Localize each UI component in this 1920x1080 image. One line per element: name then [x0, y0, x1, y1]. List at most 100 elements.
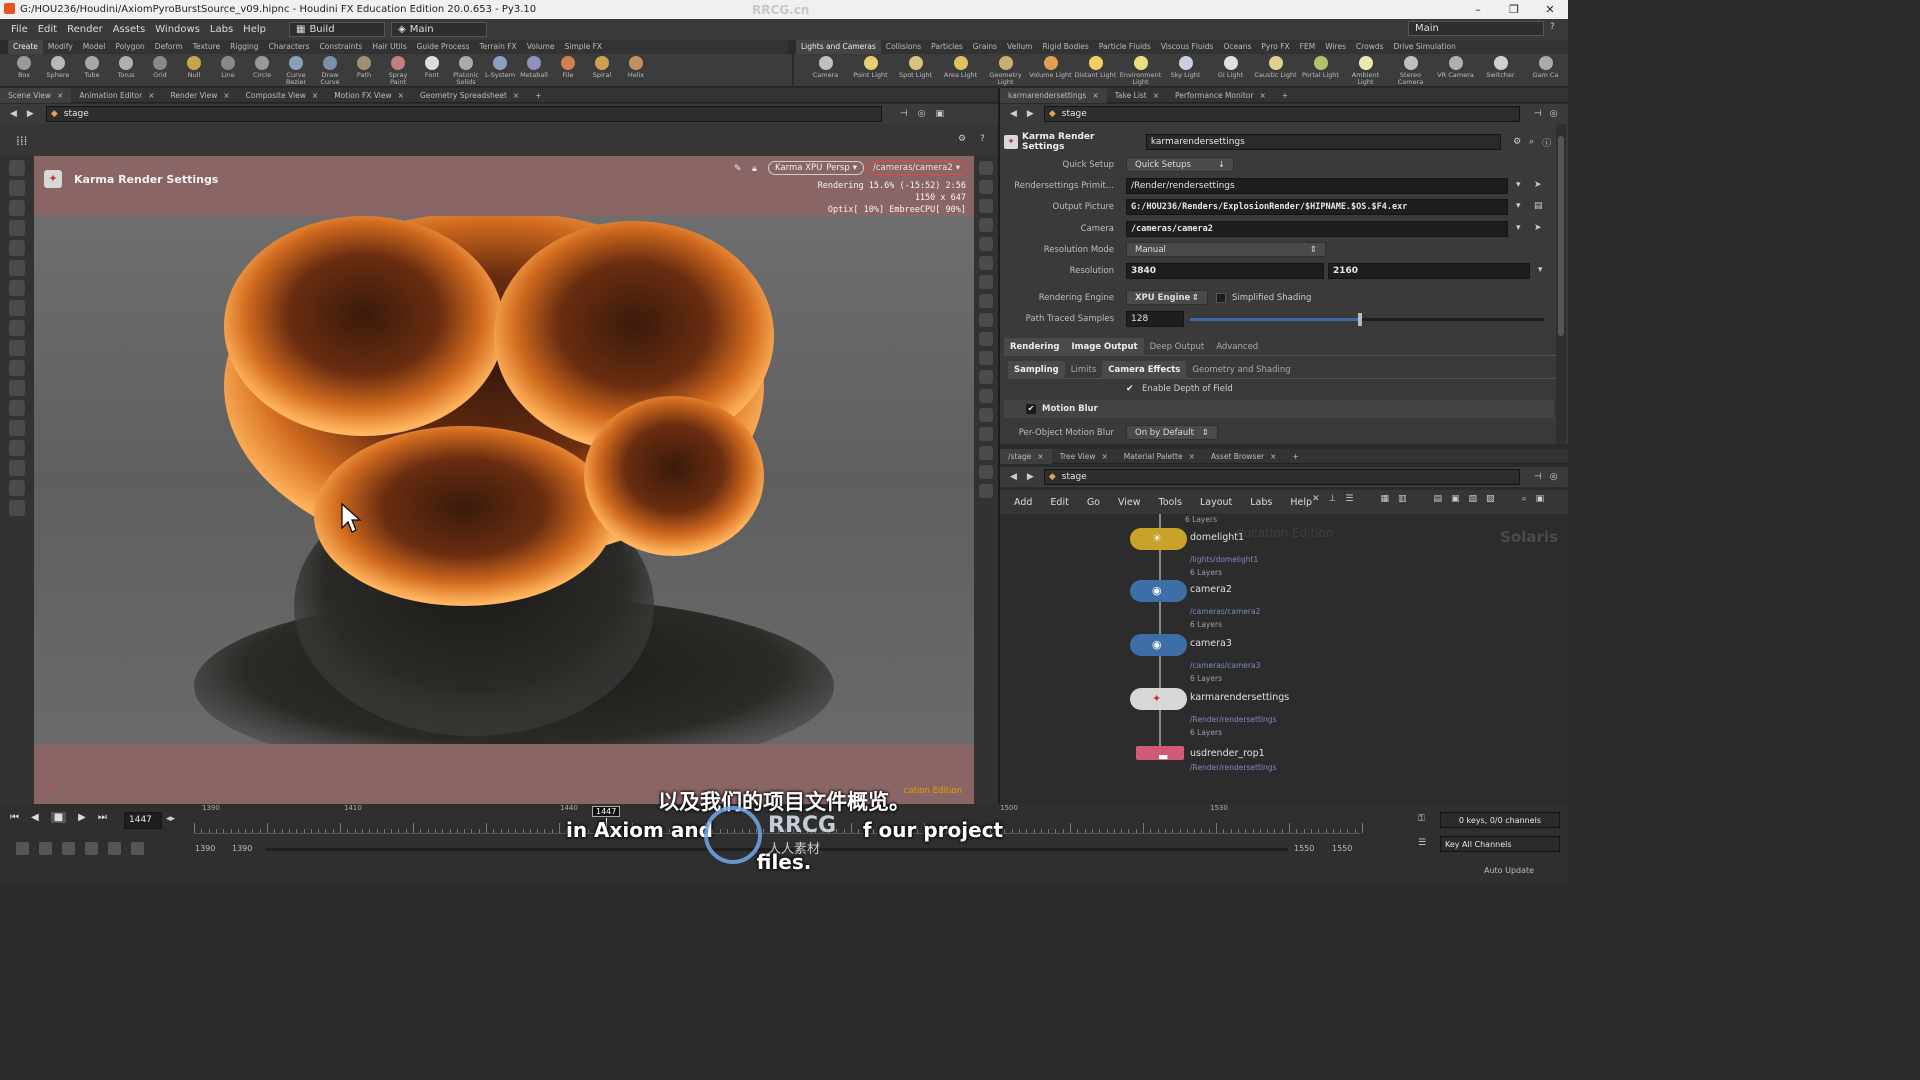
param-scrollbar[interactable] [1556, 124, 1566, 444]
tab-karmarendersettings[interactable]: karmarendersettings × [1000, 87, 1107, 103]
tool-distant-light[interactable]: Distant Light [1074, 54, 1117, 87]
close-tab-icon[interactable]: × [1095, 452, 1107, 461]
scrollbar-thumb[interactable] [1558, 136, 1564, 336]
network-path-field[interactable]: ◆ stage [1043, 469, 1520, 485]
close-tab-icon[interactable]: × [217, 91, 229, 100]
shelf-tab-collisions[interactable]: Collisions [881, 40, 926, 54]
node-karmarendersettings[interactable]: ✦ [1130, 688, 1187, 710]
light-display-icon[interactable] [979, 218, 993, 232]
pin-icon[interactable]: ⊣ [1534, 472, 1542, 482]
tab-stage[interactable]: /stage × [1000, 448, 1052, 464]
image-icon[interactable]: ▧ [1469, 494, 1478, 504]
tool-line[interactable]: Line [212, 54, 244, 87]
shelf-tab-model[interactable]: Model [78, 40, 111, 54]
handle-tool-icon[interactable] [9, 220, 25, 236]
safe-display-icon[interactable] [979, 389, 993, 403]
param-tab-rendering[interactable]: Rendering [1004, 337, 1066, 356]
tool-spiral[interactable]: Spiral [586, 54, 618, 87]
tab-render-view[interactable]: Render View × [162, 88, 237, 103]
maximize-button[interactable]: ❐ [1496, 0, 1532, 19]
close-tab-icon[interactable]: × [1183, 452, 1195, 461]
select-tool-icon[interactable] [9, 160, 25, 176]
shelf-tab-rigid-bodies[interactable]: Rigid Bodies [1037, 40, 1093, 54]
file-browse-icon[interactable]: ▤ [1534, 201, 1543, 211]
shelf-tab-hair-utils[interactable]: Hair Utils [367, 40, 411, 54]
tab-geometry-spreadsheet[interactable]: Geometry Spreadsheet × [412, 88, 527, 103]
network-menu-layout[interactable]: Layout [1182, 497, 1232, 508]
folder-icon[interactable]: ▨ [1486, 494, 1495, 504]
scale-tool-icon[interactable] [9, 480, 25, 496]
network-menu-view[interactable]: View [1100, 497, 1141, 508]
network-menu-edit[interactable]: Edit [1032, 497, 1068, 508]
points-display-icon[interactable] [979, 294, 993, 308]
tab-asset-browser[interactable]: Asset Browser × [1203, 449, 1285, 464]
resolution-x-field[interactable]: 3840 [1126, 263, 1324, 279]
tab-animation-editor[interactable]: Animation Editor × [71, 88, 162, 103]
quick-setup-menu[interactable]: Quick Setups ↓ [1126, 157, 1234, 172]
add-tab-icon[interactable]: + [1284, 449, 1306, 464]
shelf-tab-particles[interactable]: Particles [926, 40, 968, 54]
shade-display-icon[interactable] [979, 199, 993, 213]
shelf-tab-modify[interactable]: Modify [43, 40, 78, 54]
camera-menu[interactable]: /cameras/camera2 ▾ [866, 161, 968, 175]
params-path-field[interactable]: ◆ stage [1043, 106, 1520, 122]
camera-field[interactable]: /cameras/camera2 [1126, 221, 1508, 237]
renderer-menu[interactable]: Karma XPU Persp ▾ [768, 161, 864, 175]
camera-tool-icon[interactable] [9, 300, 25, 316]
network-menu-add[interactable]: Add [1000, 497, 1032, 508]
node-usdrender_rop1[interactable]: ▬ [1136, 746, 1184, 763]
menu-assets[interactable]: Assets [108, 24, 151, 35]
shelf-tab-terrain-fx[interactable]: Terrain FX [474, 40, 521, 54]
resolution-mode-menu[interactable]: Manual ⇕ [1126, 242, 1326, 257]
close-tab-icon[interactable]: × [1147, 91, 1159, 100]
record-tool-icon[interactable] [9, 400, 25, 416]
shelf-tab-grains[interactable]: Grains [968, 40, 1002, 54]
tool-camera[interactable]: Camera [804, 54, 847, 87]
forward-arrow-icon[interactable]: ▶ [1027, 109, 1034, 119]
tool-gi-light[interactable]: GI Light [1209, 54, 1252, 87]
menu-windows[interactable]: Windows [150, 24, 205, 35]
left-path-field[interactable]: ◆ stage [45, 106, 882, 122]
tool-path[interactable]: Path [348, 54, 380, 87]
motion-blur-checkbox[interactable]: ✔ [1026, 404, 1036, 414]
close-button[interactable]: ✕ [1532, 0, 1568, 19]
param-tab-advanced[interactable]: Advanced [1210, 338, 1264, 356]
shelf-tab-drive-simulation[interactable]: Drive Simulation [1389, 40, 1461, 54]
tool-display-icon[interactable] [979, 408, 993, 422]
add-tab-icon[interactable]: + [1274, 88, 1296, 103]
tab-take-list[interactable]: Take List × [1107, 88, 1167, 103]
context-selector[interactable]: ◈ Main [390, 22, 487, 37]
fly-tool-icon[interactable] [9, 440, 25, 456]
shelf-tab-fem[interactable]: FEM [1295, 40, 1321, 54]
grid-display-icon[interactable] [979, 256, 993, 270]
menu-labs[interactable]: Labs [205, 24, 238, 35]
grid-icon[interactable]: ▦ [1380, 494, 1389, 504]
help-icon[interactable]: ? [980, 134, 985, 144]
forward-arrow-icon[interactable]: ▶ [1027, 472, 1034, 482]
close-tab-icon[interactable]: × [392, 91, 404, 100]
node-camera2[interactable]: ◉ [1130, 580, 1187, 602]
tool-stereo-camera[interactable]: Stereo Camera [1389, 54, 1432, 87]
pin-icon[interactable]: ⊣ [900, 109, 908, 119]
shelf-tab-viscous-fluids[interactable]: Viscous Fluids [1156, 40, 1219, 54]
channel-icon[interactable]: ☰ [1418, 838, 1426, 848]
rs-prim-field[interactable]: /Render/rendersettings [1126, 178, 1508, 194]
tool-metaball[interactable]: Metaball [518, 54, 550, 87]
path-traced-samples-slider[interactable] [1190, 313, 1544, 326]
param-tab-image-output[interactable]: Image Output [1065, 337, 1144, 356]
param-tab-deep-output[interactable]: Deep Output [1144, 338, 1211, 356]
dof-checkbox[interactable]: ✔ [1126, 384, 1136, 394]
back-arrow-icon[interactable]: ◀ [10, 109, 17, 119]
network-menu-help[interactable]: Help [1272, 497, 1312, 508]
pose-tool-icon[interactable] [9, 200, 25, 216]
eye-tool-icon[interactable] [9, 420, 25, 436]
shelf-tab-volume[interactable]: Volume [522, 40, 560, 54]
snapshot-display-icon[interactable] [979, 370, 993, 384]
view-tool-icon[interactable] [9, 180, 25, 196]
light-tool-icon[interactable] [9, 320, 25, 336]
link-icon[interactable]: ◎ [918, 109, 926, 119]
tool-ambient-light[interactable]: Ambient Light [1344, 54, 1387, 87]
viewport-layout-icon[interactable]: ▣ [936, 109, 945, 119]
tab-performance-monitor[interactable]: Performance Monitor × [1167, 88, 1274, 103]
tab-scene-view[interactable]: Scene View × [0, 87, 72, 103]
